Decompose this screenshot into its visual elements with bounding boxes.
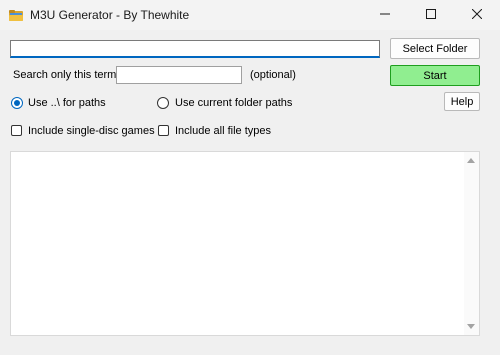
window-title: M3U Generator - By Thewhite	[30, 8, 190, 22]
output-scrollbar[interactable]	[464, 152, 479, 335]
optional-hint: (optional)	[250, 69, 296, 81]
search-term-label: Search only this term:	[13, 69, 120, 81]
close-button[interactable]	[454, 0, 500, 30]
minimize-button[interactable]	[362, 0, 408, 30]
scroll-up-icon[interactable]	[467, 158, 475, 163]
current-folder-paths-label[interactable]: Use current folder paths	[175, 97, 292, 109]
maximize-icon	[426, 8, 436, 22]
select-folder-button[interactable]: Select Folder	[390, 38, 480, 59]
search-term-input[interactable]	[116, 66, 242, 84]
all-file-types-checkbox[interactable]	[158, 125, 169, 136]
output-textarea[interactable]	[10, 151, 480, 336]
start-button[interactable]: Start	[390, 65, 480, 86]
help-button[interactable]: Help	[444, 92, 480, 111]
current-folder-paths-radio[interactable]	[157, 97, 169, 109]
scroll-down-icon[interactable]	[467, 324, 475, 329]
maximize-button[interactable]	[408, 0, 454, 30]
title-bar[interactable]: M3U Generator - By Thewhite	[0, 0, 500, 30]
close-icon	[471, 8, 483, 22]
folder-path-input[interactable]	[10, 40, 380, 58]
minimize-icon	[380, 9, 390, 22]
app-window: M3U Generator - By Thewhite Select Folde…	[0, 0, 500, 355]
all-file-types-label[interactable]: Include all file types	[175, 125, 271, 137]
single-disc-checkbox[interactable]	[11, 125, 22, 136]
relative-paths-label[interactable]: Use ..\ for paths	[28, 97, 106, 109]
single-disc-label[interactable]: Include single-disc games	[28, 125, 155, 137]
relative-paths-radio[interactable]	[11, 97, 23, 109]
folder-icon	[8, 7, 24, 23]
